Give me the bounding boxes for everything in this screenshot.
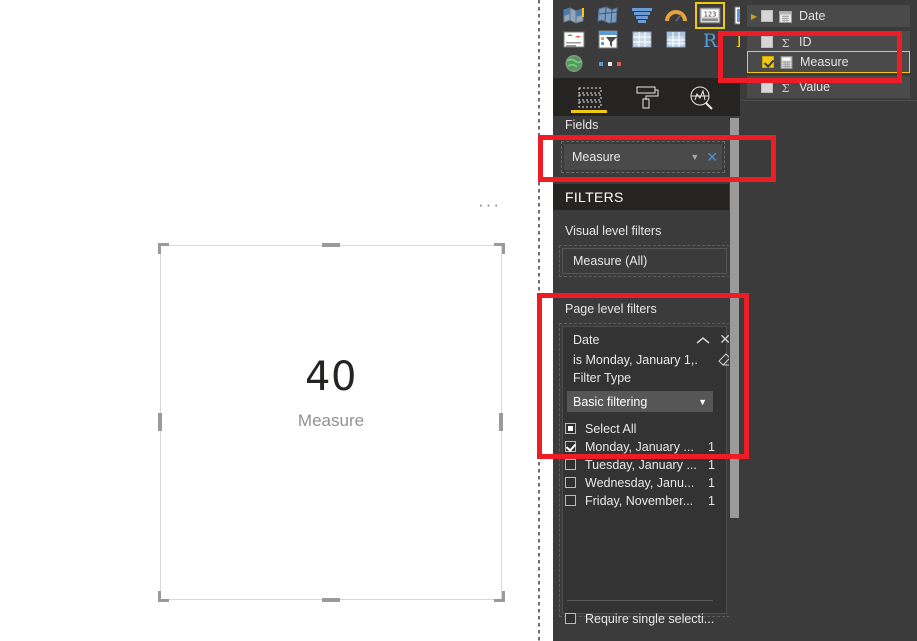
matrix-icon[interactable] xyxy=(663,28,689,51)
list-item[interactable]: Monday, January ... 1 xyxy=(565,438,715,455)
gauge-icon[interactable] xyxy=(663,4,689,27)
checkbox-unchecked[interactable] xyxy=(565,477,576,488)
table-icon[interactable] xyxy=(629,28,655,51)
funnel-icon[interactable] xyxy=(629,4,655,27)
filters-section-title: FILTERS xyxy=(553,184,740,210)
card-icon[interactable]: 123 xyxy=(695,2,725,29)
checkbox-unchecked[interactable] xyxy=(761,81,773,93)
field-list-item-date[interactable]: ▶ Date xyxy=(747,5,910,27)
visual-filter-chip-measure[interactable]: Measure (All) xyxy=(562,248,727,274)
resize-handle-top[interactable] xyxy=(322,243,340,247)
calculator-icon xyxy=(780,55,793,69)
shape-map-icon[interactable] xyxy=(595,4,621,27)
svg-text:Σ: Σ xyxy=(782,82,790,94)
field-label: Measure xyxy=(800,55,849,69)
svg-text:123: 123 xyxy=(704,11,717,19)
resize-handle-left[interactable] xyxy=(158,413,162,431)
checkbox-unchecked[interactable] xyxy=(565,495,576,506)
field-list-item-measure[interactable]: Measure xyxy=(747,51,910,73)
sigma-icon: Σ xyxy=(779,81,792,95)
checkbox-unchecked[interactable] xyxy=(565,459,576,470)
field-list-item-id[interactable]: Σ ID xyxy=(747,31,910,53)
field-label: Value xyxy=(799,80,831,94)
checkbox-partial[interactable] xyxy=(565,423,576,434)
filter-type-dropdown[interactable]: Basic filtering ▼ xyxy=(567,391,713,412)
field-chip-measure[interactable]: Measure ▼ ✕ xyxy=(564,144,722,170)
filter-item-select-all[interactable]: Select All xyxy=(565,420,715,437)
chevron-up-icon[interactable] xyxy=(696,334,710,348)
filter-type-value: Basic filtering xyxy=(573,394,648,409)
filled-map-icon[interactable] xyxy=(561,4,587,27)
resize-handle-bottom[interactable] xyxy=(322,598,340,602)
filter-item-label: Monday, January ... xyxy=(585,439,694,454)
list-item[interactable]: Wednesday, Janu... 1 xyxy=(565,474,715,491)
slicer-icon[interactable] xyxy=(595,28,621,51)
checkbox-unchecked[interactable] xyxy=(761,10,773,22)
page-level-filters-label: Page level filters xyxy=(565,302,657,316)
arcgis-map-icon[interactable] xyxy=(561,52,587,75)
page-filter-condition: is Monday, January 1,... xyxy=(573,353,698,367)
visualizations-filters-pane: 123 R Py xyxy=(553,0,762,641)
report-canvas[interactable]: ··· 40 Measure xyxy=(0,0,540,641)
field-label: ID xyxy=(799,35,812,49)
sigma-icon: Σ xyxy=(779,36,792,50)
card-visual[interactable]: 40 Measure xyxy=(160,245,502,600)
checkbox-checked[interactable] xyxy=(762,56,774,68)
fields-section-header: Fields xyxy=(565,118,599,132)
fields-list-pane: ▶ Date Σ ID Measure Σ Value xyxy=(740,0,917,641)
filter-item-label: Tuesday, January ... xyxy=(585,457,697,472)
filter-item-label: Friday, November... xyxy=(585,493,694,508)
visualizations-gallery: 123 R Py xyxy=(553,0,755,78)
close-icon[interactable]: ✕ xyxy=(706,150,718,164)
field-chip-label: Measure xyxy=(572,150,621,164)
canvas-boundary-divider xyxy=(538,0,540,641)
more-visuals-icon[interactable] xyxy=(595,52,635,75)
page-filter-field-name: Date xyxy=(573,333,600,347)
visual-more-options-icon[interactable]: ··· xyxy=(478,196,504,216)
resize-handle-bottom-left[interactable] xyxy=(158,591,169,602)
fields-tab[interactable] xyxy=(575,84,605,110)
field-label: Date xyxy=(799,9,826,23)
require-single-selection-label: Require single selecti... xyxy=(585,611,715,626)
divider xyxy=(740,100,917,101)
filter-type-label: Filter Type xyxy=(573,371,632,385)
divider xyxy=(567,600,713,601)
filter-item-count: 1 xyxy=(708,475,715,490)
visual-level-filters-label: Visual level filters xyxy=(565,224,662,238)
filter-item-count: 1 xyxy=(708,493,715,508)
analytics-tab[interactable] xyxy=(687,84,717,110)
card-category-label: Measure xyxy=(297,411,365,430)
resize-handle-top-right[interactable] xyxy=(494,243,505,254)
list-item[interactable]: Tuesday, January ... 1 xyxy=(565,456,715,473)
checkbox-checked[interactable] xyxy=(565,441,576,452)
chevron-down-icon[interactable]: ▼ xyxy=(698,397,707,407)
format-tab[interactable] xyxy=(631,84,661,110)
filter-item-count: 1 xyxy=(708,439,715,454)
checkbox-unchecked[interactable] xyxy=(761,36,773,48)
resize-handle-right[interactable] xyxy=(499,413,503,431)
list-item[interactable]: Friday, November... 1 xyxy=(565,492,715,509)
filter-item-label: Select All xyxy=(585,421,637,436)
filter-item-count: 1 xyxy=(708,457,715,472)
r-script-visual-icon[interactable]: R xyxy=(697,28,723,51)
field-list-item-value[interactable]: Σ Value xyxy=(747,76,910,98)
chevron-down-icon[interactable]: ▼ xyxy=(690,152,699,162)
checkbox-unchecked[interactable] xyxy=(565,613,576,624)
active-tab-indicator xyxy=(571,110,607,113)
calendar-icon xyxy=(779,10,792,23)
card-value: 40 xyxy=(305,354,357,400)
svg-text:Σ: Σ xyxy=(782,37,790,49)
svg-text:R: R xyxy=(703,30,718,49)
filters-pane-scrollbar-thumb[interactable] xyxy=(730,118,739,518)
kpi-icon[interactable] xyxy=(561,28,587,51)
chevron-right-icon[interactable]: ▶ xyxy=(747,12,761,21)
resize-handle-bottom-right[interactable] xyxy=(494,591,505,602)
filter-item-label: Wednesday, Janu... xyxy=(585,475,695,490)
resize-handle-top-left[interactable] xyxy=(158,243,169,254)
require-single-selection-row[interactable]: Require single selecti... xyxy=(565,610,717,627)
